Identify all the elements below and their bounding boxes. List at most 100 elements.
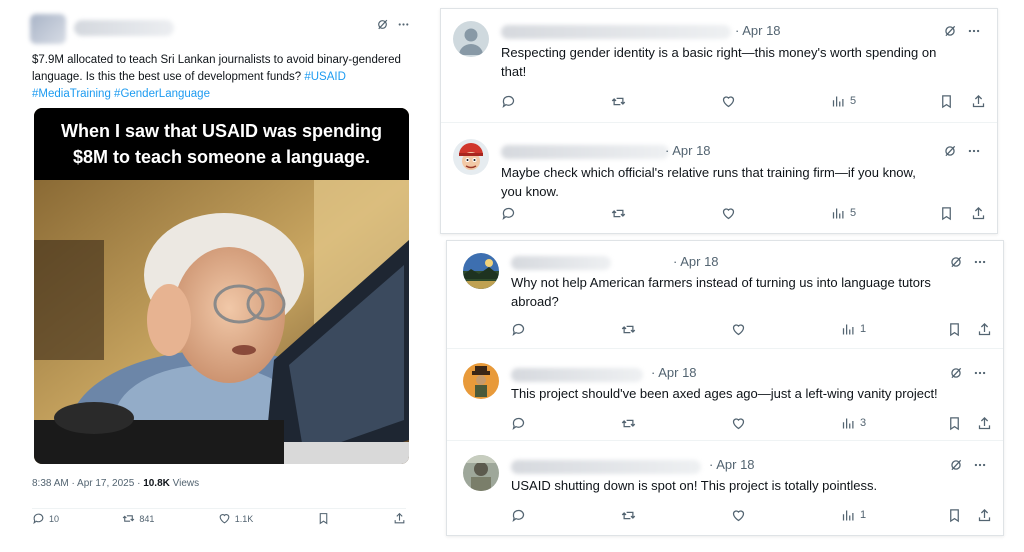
reply-button[interactable] — [511, 508, 526, 523]
bookmark-button[interactable] — [939, 206, 954, 221]
reply-date[interactable]: · Apr 18 — [665, 143, 711, 158]
share-icon — [972, 94, 985, 107]
share-button[interactable] — [971, 94, 986, 109]
like-button[interactable] — [731, 508, 746, 523]
bookmark-button[interactable] — [947, 508, 962, 523]
reply-avatar[interactable] — [453, 139, 489, 175]
like-button[interactable] — [721, 206, 736, 221]
more-options-icon[interactable] — [973, 366, 987, 380]
reply-avatar[interactable] — [463, 455, 499, 491]
views-button[interactable]: 5 — [831, 206, 856, 221]
reply-button[interactable] — [501, 94, 516, 109]
bookmark-button[interactable] — [317, 512, 330, 525]
reply-author-blurred[interactable] — [501, 145, 669, 159]
reply-item[interactable]: · Apr 18 Maybe check which official's re… — [441, 123, 997, 233]
views-count: 5 — [850, 95, 857, 107]
bookmark-icon — [950, 416, 959, 430]
red-cartoon-avatar — [453, 139, 489, 175]
grok-icon[interactable] — [949, 255, 963, 269]
reply-action-bar: 5 — [501, 93, 991, 109]
reply-button[interactable] — [511, 322, 526, 337]
like-button[interactable] — [731, 416, 746, 431]
repost-button[interactable] — [611, 94, 626, 109]
repost-button[interactable]: 841 — [122, 512, 154, 525]
grok-icon[interactable] — [376, 18, 389, 31]
reply-icon — [512, 417, 525, 430]
tweet-header — [30, 14, 414, 44]
reply-header-icons — [943, 144, 981, 158]
tweet-text: $7.9M allocated to teach Sri Lankan jour… — [32, 52, 412, 103]
reply-avatar[interactable] — [463, 363, 499, 399]
views-count: 1 — [860, 509, 867, 521]
views-button[interactable]: 5 — [831, 94, 856, 109]
screenshot-collage: $7.9M allocated to teach Sri Lankan jour… — [0, 0, 1024, 552]
views-button[interactable]: 1 — [841, 508, 866, 523]
bookmark-icon — [942, 206, 951, 220]
reply-header-icons — [949, 366, 987, 380]
more-options-icon[interactable] — [973, 255, 987, 269]
reply-date[interactable]: · Apr 18 — [709, 457, 755, 472]
bookmark-button[interactable] — [939, 94, 954, 109]
heart-icon — [219, 514, 230, 524]
views-button[interactable]: 3 — [841, 416, 866, 431]
grok-icon[interactable] — [943, 144, 957, 158]
main-tweet[interactable]: $7.9M allocated to teach Sri Lankan jour… — [24, 8, 420, 530]
share-button[interactable] — [977, 416, 992, 431]
reply-date[interactable]: · Apr 18 — [651, 365, 697, 380]
repost-icon — [621, 419, 636, 427]
more-options-icon[interactable] — [967, 24, 981, 38]
hashtag-mediatraining[interactable]: #MediaTraining — [32, 88, 111, 100]
reply-author-blurred[interactable] — [511, 368, 643, 382]
author-name-blurred[interactable] — [74, 20, 174, 36]
reply-item[interactable]: · Apr 18 USAID shutting down is spot on!… — [447, 441, 1003, 535]
like-count: 1.1K — [234, 513, 254, 524]
views-button[interactable]: 1 — [841, 322, 866, 337]
bookmark-button[interactable] — [947, 322, 962, 337]
reply-author-blurred[interactable] — [511, 256, 611, 270]
reply-item[interactable]: · Apr 18 Why not help American farmers i… — [447, 241, 1003, 349]
share-button[interactable] — [977, 322, 992, 337]
reply-icon — [512, 509, 525, 522]
repost-icon — [611, 97, 626, 105]
views-count: 3 — [860, 417, 867, 429]
share-button[interactable] — [977, 508, 992, 523]
more-options-icon[interactable] — [973, 458, 987, 472]
grok-icon[interactable] — [949, 458, 963, 472]
like-button[interactable]: 1.1K — [218, 512, 254, 525]
reply-text: Why not help American farmers instead of… — [511, 273, 999, 311]
reply-button[interactable]: 10 — [32, 512, 59, 525]
default-person-icon — [453, 21, 489, 57]
repost-button[interactable] — [621, 508, 636, 523]
tweet-timestamp[interactable]: 8:38 AM · Apr 17, 2025 · — [32, 478, 143, 489]
grok-icon[interactable] — [949, 366, 963, 380]
reply-avatar[interactable] — [463, 253, 499, 289]
grok-icon[interactable] — [943, 24, 957, 38]
reply-button[interactable] — [511, 416, 526, 431]
more-options-icon[interactable] — [397, 18, 410, 31]
reply-button[interactable] — [501, 206, 516, 221]
reply-avatar[interactable] — [453, 21, 489, 57]
reply-item[interactable]: · Apr 18 This project should've been axe… — [447, 349, 1003, 441]
meme-image[interactable]: When I saw that USAID was spending $8M t… — [34, 108, 409, 464]
meme-caption: When I saw that USAID was spending $8M t… — [34, 108, 409, 180]
repost-button[interactable] — [611, 206, 626, 221]
author-avatar-blurred[interactable] — [30, 14, 66, 44]
reply-date[interactable]: · Apr 18 — [673, 254, 719, 269]
share-icon — [972, 206, 985, 219]
reply-item[interactable]: · Apr 18 Respecting gender identity is a… — [441, 9, 997, 123]
reply-author-blurred[interactable] — [511, 460, 701, 474]
repost-button[interactable] — [621, 322, 636, 337]
more-options-icon[interactable] — [967, 144, 981, 158]
like-button[interactable] — [731, 322, 746, 337]
like-button[interactable] — [721, 94, 736, 109]
share-button[interactable] — [971, 206, 986, 221]
reply-author-blurred[interactable] — [501, 25, 731, 39]
hashtag-usaid[interactable]: #USAID — [304, 71, 346, 83]
share-button[interactable] — [393, 512, 406, 525]
bookmark-button[interactable] — [947, 416, 962, 431]
hashtag-genderlanguage[interactable]: #GenderLanguage — [114, 88, 210, 100]
analytics-icon — [842, 510, 854, 520]
repost-button[interactable] — [621, 416, 636, 431]
reply-date[interactable]: · Apr 18 — [735, 23, 781, 38]
reply-action-bar: 1 — [511, 507, 997, 523]
